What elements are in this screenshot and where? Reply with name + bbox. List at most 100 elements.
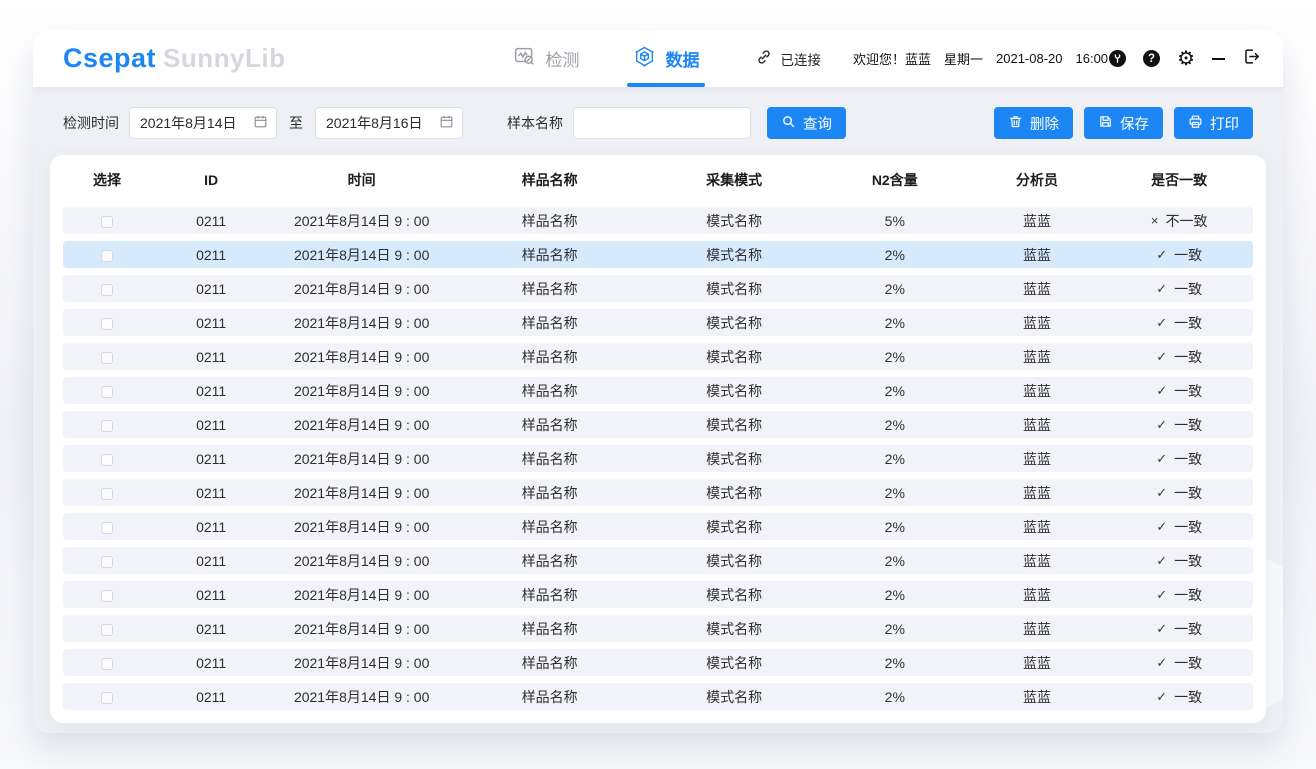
mode-cell: 模式名称 xyxy=(647,449,821,469)
row-checkbox[interactable] xyxy=(101,352,113,364)
table-row[interactable]: 0211 2021年8月14日 9 : 00 样品名称 模式名称 2% 蓝蓝 ✓… xyxy=(63,547,1253,574)
match-label: 一致 xyxy=(1174,585,1202,605)
print-button[interactable]: 打印 xyxy=(1174,107,1253,139)
tab-detection[interactable]: 检测 xyxy=(513,30,579,87)
row-checkbox[interactable] xyxy=(101,250,113,262)
col-match: 是否一致 xyxy=(1105,170,1253,190)
row-checkbox[interactable] xyxy=(101,556,113,568)
analyst-cell: 蓝蓝 xyxy=(969,483,1106,503)
col-select: 选择 xyxy=(63,170,151,190)
logout-icon[interactable] xyxy=(1242,47,1261,71)
match-label: 一致 xyxy=(1174,245,1202,265)
match-label: 一致 xyxy=(1174,517,1202,537)
select-cell xyxy=(63,247,151,263)
select-cell xyxy=(63,383,151,399)
match-cell: ✓ 一致 xyxy=(1105,279,1253,299)
analyst-cell: 蓝蓝 xyxy=(969,381,1106,401)
table-row[interactable]: 0211 2021年8月14日 9 : 00 样品名称 模式名称 2% 蓝蓝 ✓… xyxy=(63,377,1253,404)
table-row[interactable]: 0211 2021年8月14日 9 : 00 样品名称 模式名称 5% 蓝蓝 ×… xyxy=(63,207,1253,234)
sample-cell: 样品名称 xyxy=(452,313,647,333)
help-icon[interactable]: ? xyxy=(1143,50,1160,67)
col-n2: N2含量 xyxy=(821,170,969,190)
col-time: 时间 xyxy=(271,170,452,190)
time-cell: 2021年8月14日 9 : 00 xyxy=(271,279,452,299)
row-checkbox[interactable] xyxy=(101,522,113,534)
select-cell xyxy=(63,417,151,433)
row-checkbox[interactable] xyxy=(101,692,113,704)
n2-cell: 2% xyxy=(821,383,969,399)
match-mark-icon: ✓ xyxy=(1156,485,1167,501)
app-logo: Csepat SunnyLib xyxy=(63,43,285,74)
mode-cell: 模式名称 xyxy=(647,245,821,265)
query-button[interactable]: 查询 xyxy=(767,107,846,139)
match-mark-icon: ✓ xyxy=(1156,281,1167,297)
connection-label: 已连接 xyxy=(780,49,821,69)
row-checkbox[interactable] xyxy=(101,658,113,670)
match-mark-icon: ✓ xyxy=(1156,689,1167,705)
table-row[interactable]: 0211 2021年8月14日 9 : 00 样品名称 模式名称 2% 蓝蓝 ✓… xyxy=(63,275,1253,302)
match-label: 一致 xyxy=(1174,687,1202,707)
time-cell: 2021年8月14日 9 : 00 xyxy=(271,551,452,571)
id-cell: 0211 xyxy=(151,349,271,365)
analyst-cell: 蓝蓝 xyxy=(969,415,1106,435)
match-cell: ✓ 一致 xyxy=(1105,551,1253,571)
sample-cell: 样品名称 xyxy=(452,551,647,571)
mode-cell: 模式名称 xyxy=(647,551,821,571)
minimize-icon[interactable] xyxy=(1212,58,1225,60)
match-label: 一致 xyxy=(1174,483,1202,503)
n2-cell: 2% xyxy=(821,451,969,467)
row-checkbox[interactable] xyxy=(101,454,113,466)
tab-detection-label: 检测 xyxy=(545,46,579,71)
row-checkbox[interactable] xyxy=(101,284,113,296)
table-row[interactable]: 0211 2021年8月14日 9 : 00 样品名称 模式名称 2% 蓝蓝 ✓… xyxy=(63,241,1253,268)
row-checkbox[interactable] xyxy=(101,386,113,398)
analyst-cell: 蓝蓝 xyxy=(969,279,1106,299)
row-checkbox[interactable] xyxy=(101,420,113,432)
time-cell: 2021年8月14日 9 : 00 xyxy=(271,687,452,707)
search-icon xyxy=(781,114,796,133)
date-to-input[interactable]: 2021年8月16日 xyxy=(315,107,463,139)
table-row[interactable]: 0211 2021年8月14日 9 : 00 样品名称 模式名称 2% 蓝蓝 ✓… xyxy=(63,343,1253,370)
row-checkbox[interactable] xyxy=(101,216,113,228)
table-header: 选择 ID 时间 样品名称 采集模式 N2含量 分析员 是否一致 xyxy=(63,161,1253,199)
select-cell xyxy=(63,553,151,569)
table-row[interactable]: 0211 2021年8月14日 9 : 00 样品名称 模式名称 2% 蓝蓝 ✓… xyxy=(63,683,1253,710)
sample-name-input[interactable] xyxy=(573,107,751,139)
time-cell: 2021年8月14日 9 : 00 xyxy=(271,585,452,605)
match-mark-icon: ✓ xyxy=(1156,621,1167,637)
date-from-input[interactable]: 2021年8月14日 xyxy=(129,107,277,139)
table-row[interactable]: 0211 2021年8月14日 9 : 00 样品名称 模式名称 2% 蓝蓝 ✓… xyxy=(63,411,1253,438)
select-cell xyxy=(63,655,151,671)
n2-cell: 2% xyxy=(821,587,969,603)
tab-data[interactable]: 数据 xyxy=(633,30,699,87)
match-mark-icon: ✓ xyxy=(1156,383,1167,399)
row-checkbox[interactable] xyxy=(101,318,113,330)
connection-status: 已连接 xyxy=(755,48,821,69)
match-label: 一致 xyxy=(1174,415,1202,435)
tools-icon[interactable] xyxy=(1109,50,1126,67)
table-row[interactable]: 0211 2021年8月14日 9 : 00 样品名称 模式名称 2% 蓝蓝 ✓… xyxy=(63,513,1253,540)
match-label: 一致 xyxy=(1174,381,1202,401)
id-cell: 0211 xyxy=(151,519,271,535)
row-checkbox[interactable] xyxy=(101,590,113,602)
mode-cell: 模式名称 xyxy=(647,347,821,367)
date-range-label: 检测时间 xyxy=(63,113,119,133)
row-checkbox[interactable] xyxy=(101,488,113,500)
table-row[interactable]: 0211 2021年8月14日 9 : 00 样品名称 模式名称 2% 蓝蓝 ✓… xyxy=(63,445,1253,472)
n2-cell: 2% xyxy=(821,655,969,671)
table-row[interactable]: 0211 2021年8月14日 9 : 00 样品名称 模式名称 2% 蓝蓝 ✓… xyxy=(63,649,1253,676)
filter-bar: 检测时间 2021年8月14日 至 2021年8月16日 xyxy=(50,87,1266,155)
table-row[interactable]: 0211 2021年8月14日 9 : 00 样品名称 模式名称 2% 蓝蓝 ✓… xyxy=(63,581,1253,608)
table-row[interactable]: 0211 2021年8月14日 9 : 00 样品名称 模式名称 2% 蓝蓝 ✓… xyxy=(63,615,1253,642)
table-row[interactable]: 0211 2021年8月14日 9 : 00 样品名称 模式名称 2% 蓝蓝 ✓… xyxy=(63,309,1253,336)
col-id: ID xyxy=(151,172,271,188)
settings-gear-icon[interactable]: ⚙ xyxy=(1177,49,1195,69)
row-checkbox[interactable] xyxy=(101,624,113,636)
id-cell: 0211 xyxy=(151,247,271,263)
current-date: 2021-08-20 xyxy=(996,51,1063,66)
delete-button[interactable]: 删除 xyxy=(994,107,1073,139)
save-button[interactable]: 保存 xyxy=(1084,107,1163,139)
sample-cell: 样品名称 xyxy=(452,449,647,469)
analyst-cell: 蓝蓝 xyxy=(969,687,1106,707)
table-row[interactable]: 0211 2021年8月14日 9 : 00 样品名称 模式名称 2% 蓝蓝 ✓… xyxy=(63,479,1253,506)
